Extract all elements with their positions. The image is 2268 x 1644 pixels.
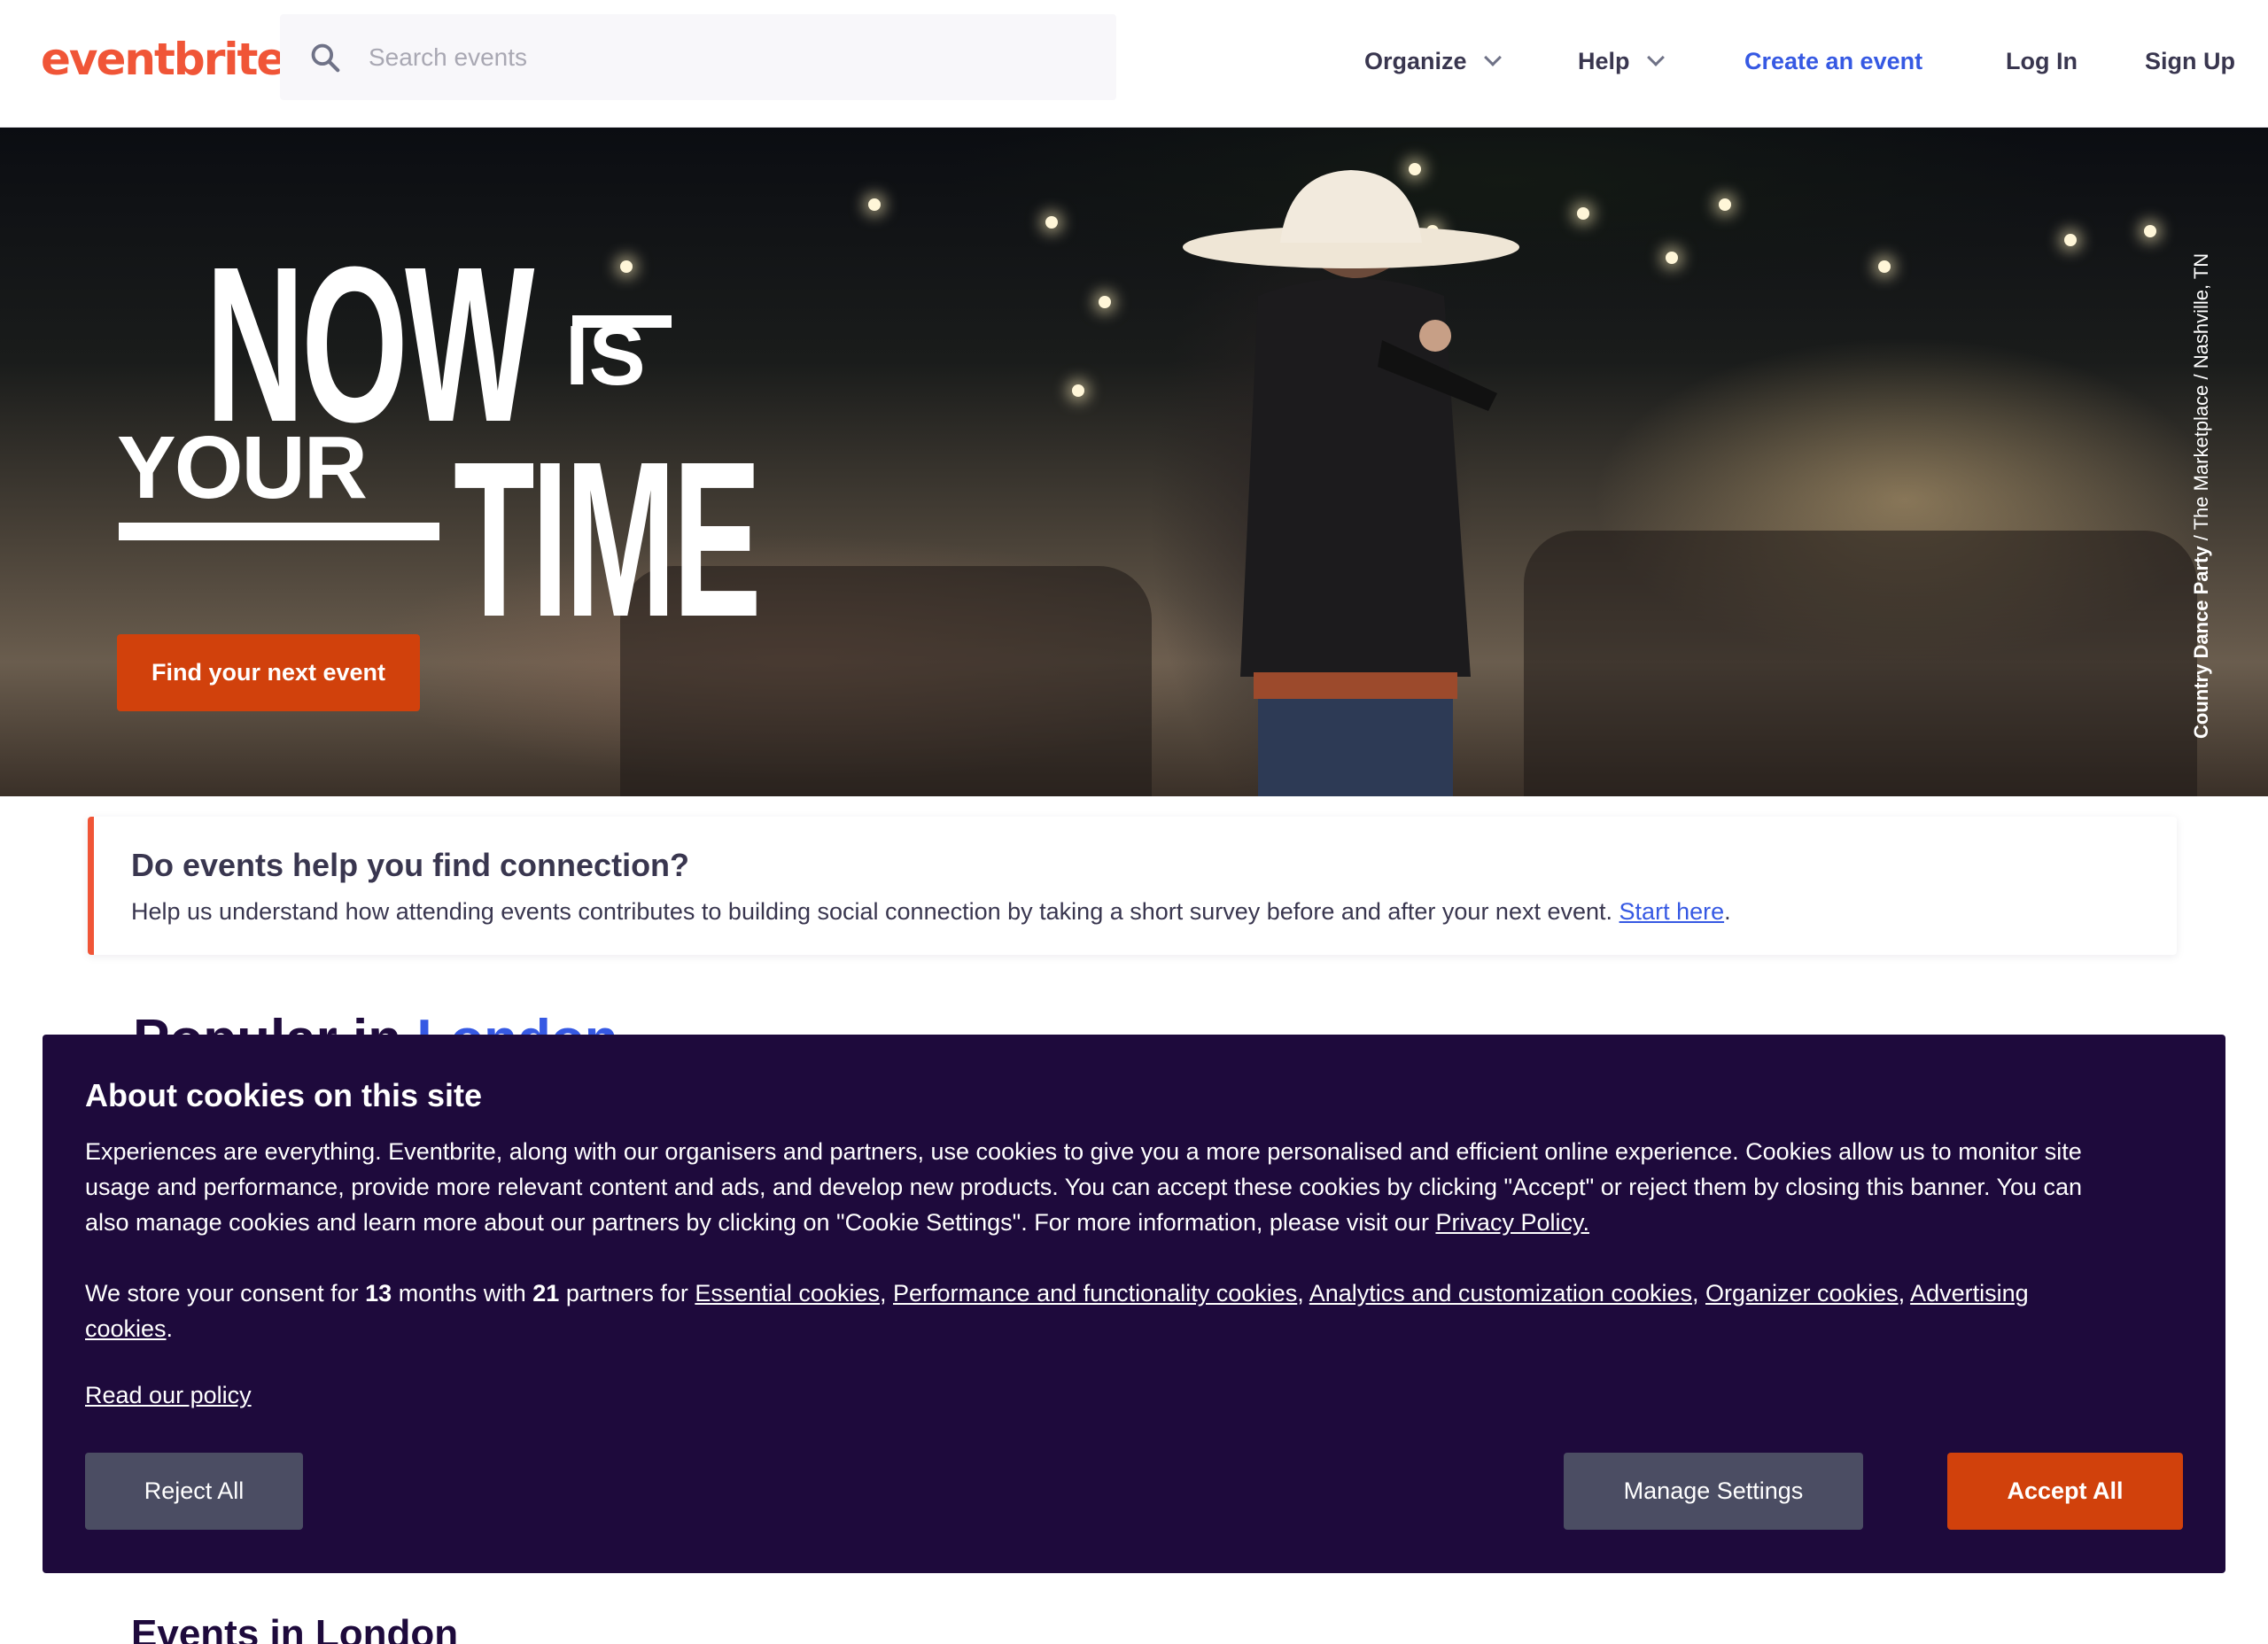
string-light [868, 198, 881, 211]
consent-partners-text: partners for [559, 1280, 695, 1307]
nav-create-event[interactable]: Create an event [1744, 48, 1922, 75]
string-light [1666, 252, 1678, 264]
string-light [1072, 384, 1084, 397]
photo-credit-location: / The Marketplace / Nashville, TN [2190, 252, 2212, 547]
consent-prefix: We store your consent for [85, 1280, 366, 1307]
cookie-banner: About cookies on this site Experiences a… [43, 1035, 2225, 1573]
headline-your: YOUR [117, 418, 368, 517]
string-light [2144, 225, 2156, 237]
find-event-button[interactable]: Find your next event [117, 634, 420, 711]
cookie-body-text: Experiences are everything. Eventbrite, … [85, 1138, 2083, 1236]
cookie-body: Experiences are everything. Eventbrite, … [85, 1134, 2087, 1240]
photo-credit-title: Country Dance Party [2190, 546, 2212, 739]
search-bar[interactable] [280, 14, 1116, 100]
chevron-down-icon [1646, 49, 1665, 66]
string-light [1577, 207, 1589, 220]
analytics-cookies-link[interactable]: Analytics and customization cookies [1309, 1280, 1692, 1307]
photo-credit: Country Dance Party / The Marketplace / … [2190, 253, 2213, 739]
accept-all-button[interactable]: Accept All [1947, 1453, 2183, 1530]
survey-title: Do events help you find connection? [131, 847, 690, 883]
consent-months-text: months with [392, 1280, 533, 1307]
string-light [1099, 296, 1111, 308]
nav-help[interactable]: Help [1578, 48, 1665, 75]
string-light [620, 260, 633, 273]
nav-help-label: Help [1578, 48, 1630, 74]
reject-all-button[interactable]: Reject All [85, 1453, 303, 1530]
essential-cookies-link[interactable]: Essential cookies [695, 1280, 880, 1307]
headline-your-bar [119, 523, 439, 540]
nav-organize-label: Organize [1364, 48, 1467, 74]
search-icon [311, 43, 340, 73]
crowd-silhouette [1524, 531, 2197, 796]
survey-description: Help us understand how attending events … [131, 898, 1613, 925]
survey-period: . [1724, 898, 1731, 925]
manage-settings-button[interactable]: Manage Settings [1564, 1453, 1863, 1530]
hero-banner: NOW IS YOUR TIME Find your next event Co… [0, 128, 2268, 796]
nav-signup[interactable]: Sign Up [2145, 48, 2235, 75]
performance-cookies-link[interactable]: Performance and functionality cookies [893, 1280, 1297, 1307]
start-here-link[interactable]: Start here [1619, 898, 1725, 925]
string-light [1045, 216, 1058, 229]
headline-time: TIME [454, 415, 762, 663]
chevron-down-icon [1483, 49, 1502, 66]
survey-notice: Do events help you find connection? Help… [88, 817, 2177, 955]
cowboy-hat [1183, 170, 1519, 268]
string-light [1878, 260, 1891, 273]
headline-is: IS [565, 308, 646, 403]
site-header: eventbrite Organize Help Create an event… [0, 0, 2268, 128]
read-policy-link[interactable]: Read our policy [85, 1382, 252, 1409]
events-heading: Events in London [131, 1612, 459, 1644]
organizer-cookies-link[interactable]: Organizer cookies [1705, 1280, 1899, 1307]
consent-partners: 21 [532, 1280, 560, 1307]
search-input[interactable] [369, 35, 1077, 80]
privacy-policy-link[interactable]: Privacy Policy. [1435, 1209, 1589, 1236]
nav-login[interactable]: Log In [2006, 48, 2078, 75]
cookie-title: About cookies on this site [85, 1077, 483, 1113]
string-light [1719, 198, 1731, 211]
cookie-consent: We store your consent for 13 months with… [85, 1280, 2029, 1342]
consent-months: 13 [365, 1280, 392, 1307]
string-light [2064, 234, 2077, 246]
eventbrite-logo[interactable]: eventbrite [41, 34, 286, 85]
nav-organize[interactable]: Organize [1364, 48, 1502, 75]
survey-text: Help us understand how attending events … [131, 898, 1731, 926]
